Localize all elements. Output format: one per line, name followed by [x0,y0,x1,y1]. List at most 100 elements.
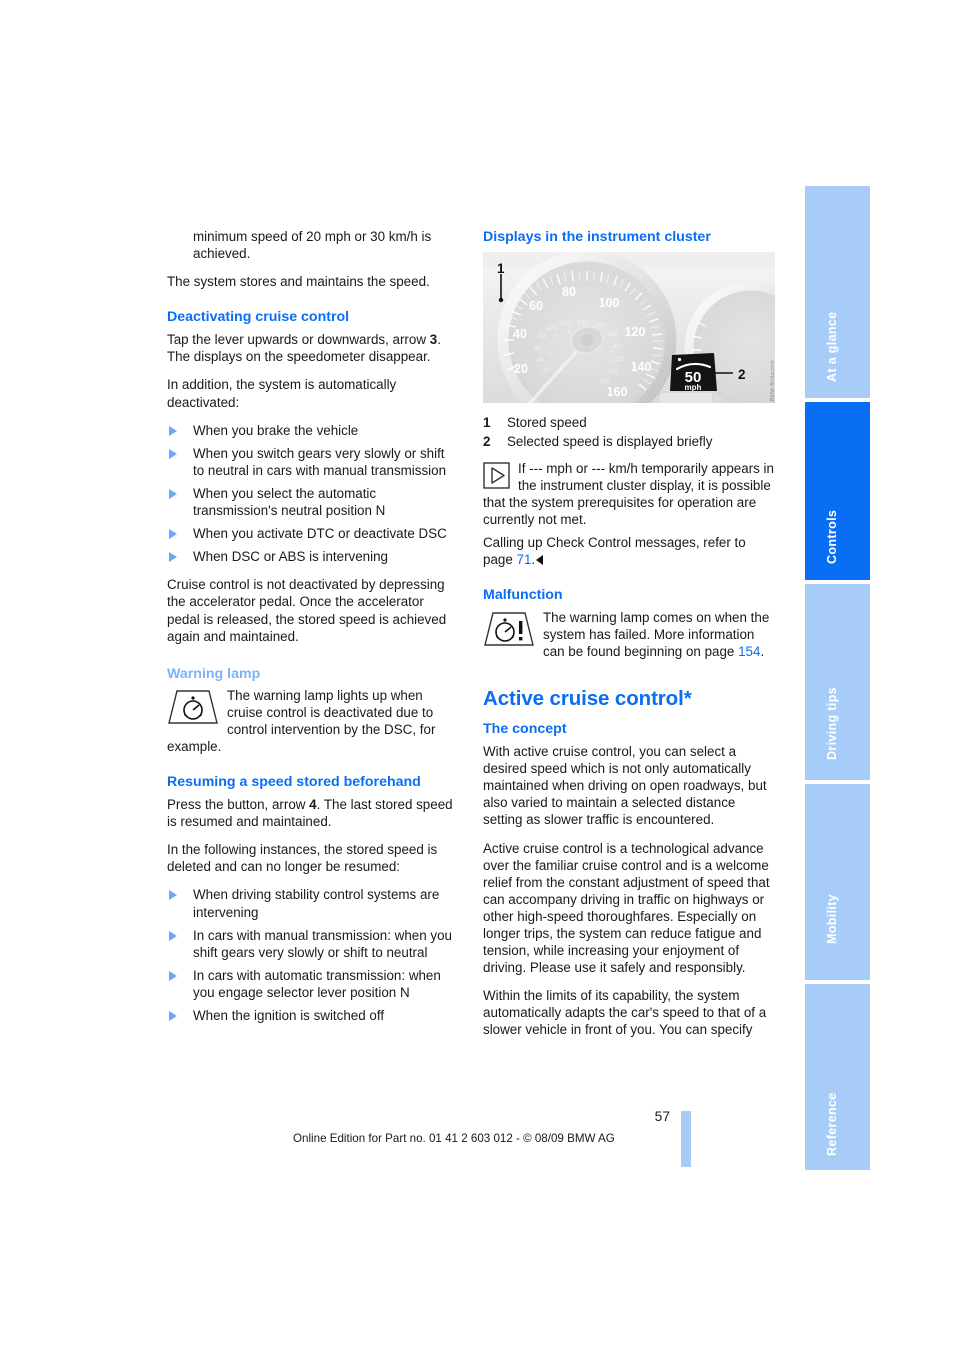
heading-displays-instrument-cluster: Displays in the instrument cluster [483,229,711,245]
legend-label: Selected speed is displayed briefly [507,434,713,450]
list-item: When driving stability control systems a… [167,886,459,920]
malfunction-text-post: . [760,643,765,659]
paragraph-following-instances: In the following instances, the stored s… [167,842,438,875]
list-item-label: When you select the automatic transmissi… [193,485,386,519]
svg-text:160: 160 [607,385,628,399]
instrument-cluster-note-text: If --- mph or --- km/h temporarily appea… [483,461,774,528]
malfunction-note: The warning lamp comes on when the syste… [483,609,775,660]
tap-lever-pre: Tap the lever upwards or downwards, arro… [167,332,430,348]
deactivation-bullet-list: When you brake the vehicle When you swit… [167,422,459,566]
paragraph-concept-3: Within the limits of its capability, the… [483,988,767,1038]
svg-text:100: 100 [599,296,620,310]
footer-edition-text: Online Edition for Part no. 01 41 2 603 … [293,1132,615,1145]
triangle-bullet-icon [169,488,177,499]
list-item: When you switch gears very slowly or shi… [167,445,459,479]
sidebar-item-label: At a glance [825,311,839,383]
legend-number: 2 [483,434,491,450]
heading-deactivating-cruise-control: Deactivating cruise control [167,309,350,326]
manual-page: minimum speed of 20 mph or 30 km/h is ac… [0,0,954,1350]
sidebar-item-reference[interactable]: Reference [805,984,870,1170]
list-item: In cars with automatic transmission: whe… [167,967,459,1001]
cruise-control-warning-lamp-icon [167,689,219,729]
continued-paragraph: minimum speed of 20 mph or 30 km/h is ac… [193,229,432,262]
svg-text:140: 140 [578,319,589,326]
figure-legend: 1 Stored speed 2 Selected speed is displ… [483,414,775,450]
list-item: When DSC or ABS is intervening [167,548,459,565]
list-item-label: When driving stability control systems a… [193,887,440,920]
paragraph-press-button: Press the button, arrow 4. The last stor… [167,796,459,830]
sidebar-item-label: Mobility [825,894,839,944]
svg-text:40: 40 [513,327,527,341]
resume-deletion-bullet-list: When driving stability control systems a… [167,886,459,1024]
sidebar-item-driving-tips[interactable]: Driving tips [805,584,870,780]
paragraph-not-deactivated: Cruise control is not deactivated by dep… [167,577,447,644]
list-item-label: When you brake the vehicle [193,422,359,438]
paragraph-check-control: Calling up Check Control messages, refer… [483,534,775,568]
legend-label: Stored speed [507,415,587,430]
list-item-label: When DSC or ABS is intervening [193,549,388,565]
arrow-number-4: 4 [309,797,317,813]
heading-warning-lamp: Warning lamp [167,665,261,682]
triangle-bullet-icon [169,529,177,540]
triangle-bullet-icon [169,970,177,981]
triangle-bullet-icon [169,890,177,901]
back-triangle-icon [536,554,544,565]
page-number: 57 [654,1109,670,1124]
list-item-label: When you switch gears very slowly or shi… [193,445,447,478]
note-play-triangle-icon [483,462,510,493]
sidebar-item-at-a-glance[interactable]: At a glance [805,186,870,398]
svg-text:120: 120 [625,325,646,339]
page-reference-154[interactable]: 154 [738,644,760,659]
svg-text:mph: mph [685,383,702,392]
svg-text:80: 80 [562,285,576,299]
list-item: When you activate DTC or deactivate DSC [167,525,459,542]
list-item-label: In cars with manual transmission: when y… [193,927,452,960]
footer-accent-bar [681,1111,691,1167]
instrument-cluster-note: If --- mph or --- km/h temporarily appea… [483,460,775,528]
paragraph-tap-lever: Tap the lever upwards or downwards, arro… [167,331,459,365]
triangle-bullet-icon [169,1011,177,1021]
cruise-control-malfunction-lamp-icon [483,611,535,651]
sidebar-item-controls[interactable]: Controls [805,402,870,580]
paragraph-concept-2: Active cruise control is a technological… [483,840,770,976]
heading-the-concept: The concept [483,721,567,738]
paragraph-in-addition: In addition, the system is automatically… [167,377,397,410]
sidebar-item-mobility[interactable]: Mobility [805,784,870,980]
legend-number: 1 [483,415,491,430]
list-item: When you brake the vehicle [167,422,459,439]
svg-text:260: 260 [599,378,610,385]
list-item: When the ignition is switched off [167,1007,459,1024]
list-item-label: In cars with automatic transmission: whe… [193,967,441,1000]
list-item-label: When you activate DTC or deactivate DSC [193,526,447,542]
legend-row: 2 Selected speed is displayed briefly [483,433,775,450]
sidebar-item-label: Controls [825,509,839,564]
triangle-bullet-icon [169,552,177,563]
warning-lamp-note: The warning lamp lights up when cruise c… [167,687,459,755]
check-control-post: . [531,551,536,567]
instrument-cluster-figure: 20 40 60 80 100 120 140 160 100 120 140 … [483,252,775,403]
sidebar-item-label: Reference [825,1092,839,1156]
heading-malfunction: Malfunction [483,586,563,603]
sidebar-item-label: Driving tips [825,687,839,760]
svg-text:2: 2 [738,367,746,382]
right-text-column: Displays in the instrument cluster 20 40… [483,228,775,1050]
chapter-tab-strip: At a glance Controls Driving tips Mobili… [805,186,870,1170]
malfunction-text-pre: The warning lamp comes on when the syste… [543,609,770,659]
triangle-bullet-icon [169,448,177,459]
page-title-active-cruise-control: Active cruise control* [483,687,692,711]
left-text-column: minimum speed of 20 mph or 30 km/h is ac… [167,228,459,1035]
svg-text:60: 60 [529,299,543,313]
paragraph-system-stores: The system stores and maintains the spee… [167,274,430,290]
heading-resuming-speed: Resuming a speed stored beforehand [167,774,421,791]
page-reference-71[interactable]: 71 [517,552,532,567]
svg-text:140: 140 [631,360,652,374]
list-item: In cars with manual transmission: when y… [167,927,459,961]
list-item: When you select the automatic transmissi… [167,485,459,519]
list-item-label: When the ignition is switched off [193,1008,385,1023]
svg-text:20: 20 [514,362,528,376]
press-button-pre: Press the button, arrow [167,797,310,813]
triangle-bullet-icon [169,930,177,941]
paragraph-concept-1: With active cruise control, you can sele… [483,744,767,828]
triangle-bullet-icon [169,425,177,436]
legend-row: 1 Stored speed [483,414,775,431]
